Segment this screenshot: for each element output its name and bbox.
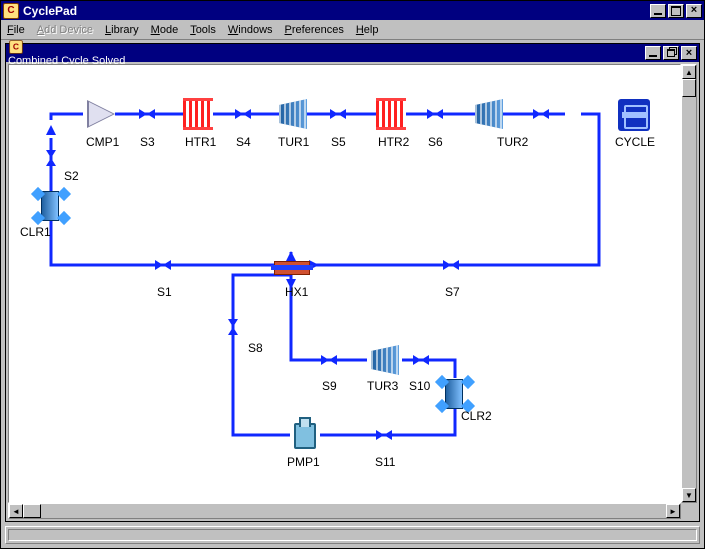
component-htr1[interactable] [181,99,217,129]
label-clr1: CLR1 [20,225,51,239]
maximize-button[interactable] [668,4,684,18]
label-s11: S11 [375,455,395,469]
menu-windows[interactable]: Windows [228,24,273,36]
app-title: CyclePad [23,4,77,18]
turbine-icon [279,99,307,129]
label-s5: S5 [331,135,346,149]
heater-icon [376,101,406,127]
label-tur2: TUR2 [497,135,528,149]
label-tur3: TUR3 [367,379,398,393]
compressor-icon [87,100,115,128]
component-pmp1[interactable] [286,419,322,449]
diagram: CMP1 HTR1 TUR1 HTR2 TUR2 CYCLE [9,65,681,503]
document-window: C Combined Cycle Solved × [5,43,700,522]
scroll-left-button[interactable]: ◄ [9,504,23,518]
mdi-client-area: C Combined Cycle Solved × [5,43,700,522]
label-s2: S2 [64,169,79,183]
app-window: C CyclePad × File Add Device Library Mod… [0,0,705,549]
component-clr1[interactable] [33,189,69,223]
label-s7: S7 [445,285,460,299]
pump-icon [294,423,316,449]
component-tur2[interactable] [471,99,507,129]
component-hx1[interactable] [274,253,310,283]
minimize-button[interactable] [650,4,666,18]
menu-mode[interactable]: Mode [151,24,179,36]
scroll-thumb[interactable] [23,504,41,518]
label-hx1: HX1 [285,285,308,299]
label-s6: S6 [428,135,443,149]
vertical-scrollbar[interactable]: ▲ ▼ [681,64,697,503]
scroll-thumb[interactable] [682,79,696,97]
label-cmp1: CMP1 [86,135,119,149]
label-tur1: TUR1 [278,135,309,149]
diagram-canvas[interactable]: CMP1 HTR1 TUR1 HTR2 TUR2 CYCLE [8,64,681,503]
menu-bar: File Add Device Library Mode Tools Windo… [1,20,704,40]
component-clr2[interactable] [437,377,473,411]
component-cmp1[interactable] [83,99,119,129]
menu-library[interactable]: Library [105,24,139,36]
turbine-icon [371,345,399,375]
label-s8: S8 [248,341,263,355]
label-pmp1: PMP1 [287,455,320,469]
status-bar-well [8,529,697,541]
component-tur3[interactable] [367,345,403,375]
app-icon: C [3,3,19,19]
scroll-up-button[interactable]: ▲ [682,65,696,79]
fan-icon [57,187,71,201]
scroll-right-button[interactable]: ► [666,504,680,518]
doc-restore-button[interactable] [663,46,679,60]
label-s10: S10 [409,379,430,393]
scroll-down-button[interactable]: ▼ [682,488,696,502]
component-htr2[interactable] [374,99,410,129]
component-tur1[interactable] [275,99,311,129]
stream-lines [9,65,681,503]
heat-exchanger-icon [274,261,310,275]
app-title-bar[interactable]: C CyclePad × [1,1,704,20]
turbine-icon [475,99,503,129]
menu-preferences[interactable]: Preferences [285,24,344,36]
status-bar [5,526,700,544]
label-s1: S1 [157,285,172,299]
label-htr2: HTR2 [378,135,409,149]
menu-file[interactable]: File [7,24,25,36]
menu-help[interactable]: Help [356,24,379,36]
doc-icon: C [9,40,23,54]
menu-add-device: Add Device [37,24,93,36]
heater-icon [183,101,213,127]
label-clr2: CLR2 [461,409,492,423]
cycle-icon [618,99,650,131]
close-button[interactable]: × [686,4,702,18]
horizontal-scrollbar[interactable]: ◄ ► [8,503,681,519]
menu-tools[interactable]: Tools [190,24,216,36]
label-s9: S9 [322,379,337,393]
label-htr1: HTR1 [185,135,216,149]
label-s3: S3 [140,135,155,149]
component-cycle[interactable] [618,99,654,129]
label-s4: S4 [236,135,251,149]
doc-title-bar[interactable]: C Combined Cycle Solved × [6,44,699,62]
label-cycle: CYCLE [615,135,655,149]
doc-minimize-button[interactable] [645,46,661,60]
doc-close-button[interactable]: × [681,46,697,60]
fan-icon [461,375,475,389]
fan-icon [57,211,71,225]
